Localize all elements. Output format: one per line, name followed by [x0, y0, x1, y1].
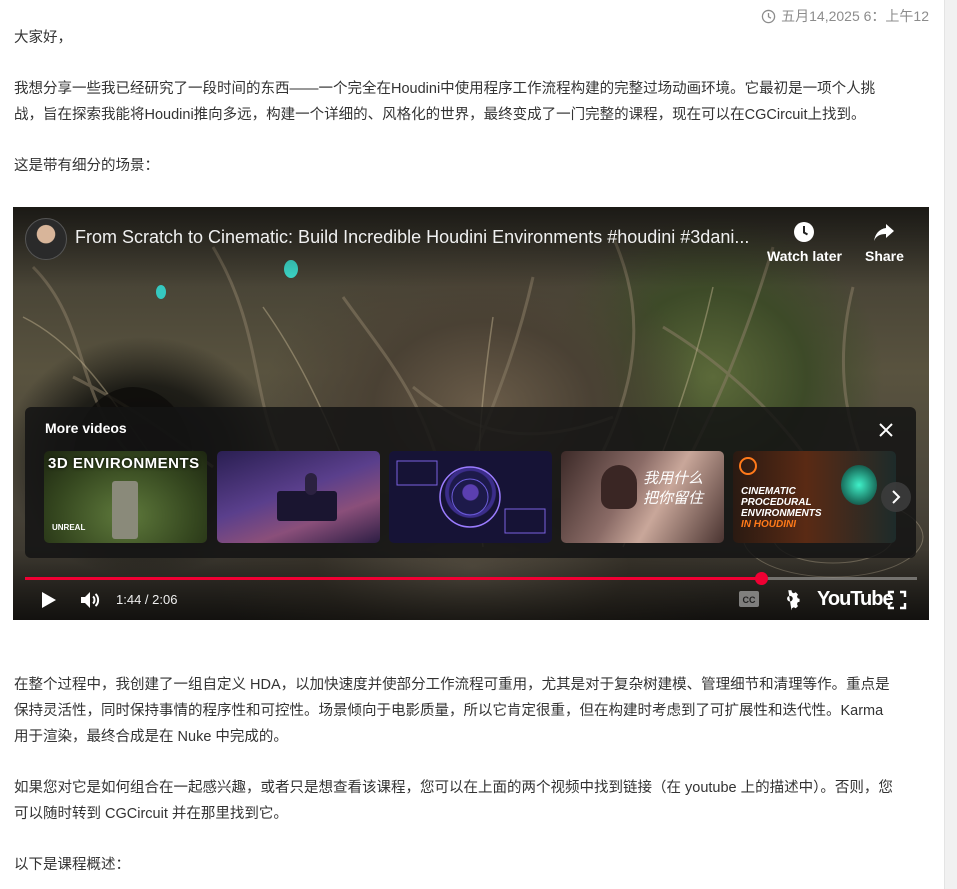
thumb3-hud-graphic: [396, 460, 546, 534]
houdini-logo-icon: [739, 457, 757, 475]
captions-icon[interactable]: CC: [738, 590, 760, 608]
thumb5-orb: [841, 465, 877, 505]
thumb1-statue: [112, 481, 138, 539]
thumb2-figure: [305, 473, 317, 495]
clock-icon: [761, 9, 776, 23]
progress-fill: [25, 577, 761, 580]
thumb5-line-3: ENVIRONMENTS: [741, 508, 822, 519]
suggested-video-2[interactable]: [217, 451, 380, 543]
share-label: Share: [865, 248, 904, 264]
progress-scrubber[interactable]: [754, 572, 768, 585]
overview-text: 以下是课程概述：: [14, 857, 130, 873]
thumb4-title: 我用什么把你留住: [643, 470, 704, 507]
thumb5-line-2: PROCEDURAL: [741, 497, 812, 508]
workflow-line-3: 用于渲染，最终合成是在 Nuke 中完成的。: [14, 729, 288, 745]
chevron-right-icon: [892, 490, 901, 504]
suggested-video-3[interactable]: [389, 451, 552, 543]
channel-avatar[interactable]: [25, 218, 67, 260]
thumb5-title: CINEMATIC PROCEDURAL ENVIRONMENTS IN HOU…: [741, 486, 822, 530]
thumb5-line-4: IN HOUDINI: [741, 519, 796, 530]
page-scrollbar[interactable]: [944, 0, 957, 889]
youtube-logo[interactable]: YouTube: [817, 588, 894, 611]
suggested-video-1[interactable]: 3D ENVIRONMENTS UNREAL: [44, 451, 207, 543]
links-paragraph: 如果您对它是如何组合在一起感兴趣，或者只是想查看该课程，您可以在上面的两个视频中…: [14, 775, 924, 827]
greeting-text: 大家好，: [14, 30, 72, 46]
intro-line-2: 战，旨在探索我能将Houdini推向多远，构建一个详细的、风格化的世界，最终变成…: [14, 107, 866, 123]
overview-heading: 以下是课程概述：: [14, 852, 924, 878]
intro-line-1: 我想分享一些我已经研究了一段时间的东西——一个完全在Houdini中使用程序工作…: [14, 81, 876, 97]
share-button[interactable]: Share: [865, 220, 904, 264]
close-icon[interactable]: [876, 420, 896, 440]
scene-intro-text: 这是带有细分的场景：: [14, 158, 159, 174]
more-videos-title: More videos: [45, 420, 127, 436]
scene-intro: 这是带有细分的场景：: [14, 153, 924, 179]
watch-later-label: Watch later: [767, 248, 842, 264]
more-videos-panel: More videos 3D ENVIRONMENTS UNREAL 我用什么把…: [25, 407, 916, 558]
suggested-video-5[interactable]: CINEMATIC PROCEDURAL ENVIRONMENTS IN HOU…: [733, 451, 896, 543]
workflow-line-2: 保持灵活性，同时保持事情的程序性和可控性。场景倾向于电影质量，所以它肯定很重，但…: [14, 703, 884, 719]
links-line-2: 可以随时转到 CGCircuit 并在那里找到它。: [14, 806, 288, 822]
timestamp-text: 五月14,2025 6：上午12: [781, 8, 929, 24]
links-line-1: 如果您对它是如何组合在一起感兴趣，或者只是想查看该课程，您可以在上面的两个视频中…: [14, 780, 893, 796]
workflow-paragraph: 在整个过程中，我创建了一组自定义 HDA，以加快速度并使部分工作流程可重用，尤其…: [14, 672, 924, 750]
thumb1-brand: UNREAL: [52, 523, 86, 532]
post-body-top: 大家好，: [14, 25, 924, 51]
thumb5-line-1: CINEMATIC: [741, 486, 796, 497]
play-icon[interactable]: [38, 590, 58, 610]
thumb4-figure: [601, 465, 637, 509]
thumb1-title: 3D ENVIRONMENTS: [48, 455, 200, 472]
workflow-line-1: 在整个过程中，我创建了一组自定义 HDA，以加快速度并使部分工作流程可重用，尤其…: [14, 677, 890, 693]
intro-paragraph: 我想分享一些我已经研究了一段时间的东西——一个完全在Houdini中使用程序工作…: [14, 76, 924, 128]
settings-gear-icon[interactable]: [779, 589, 801, 611]
fullscreen-icon[interactable]: [887, 590, 907, 610]
youtube-embed[interactable]: From Scratch to Cinematic: Build Incredi…: [13, 207, 929, 620]
suggested-video-4[interactable]: 我用什么把你留住: [561, 451, 724, 543]
next-videos-button[interactable]: [881, 482, 911, 512]
video-title[interactable]: From Scratch to Cinematic: Build Incredi…: [75, 227, 755, 248]
watch-later-button[interactable]: Watch later: [767, 220, 842, 264]
post-timestamp: 五月14,2025 6：上午12: [761, 6, 929, 26]
share-icon: [874, 224, 895, 241]
volume-icon[interactable]: [78, 588, 102, 612]
progress-bar[interactable]: [25, 572, 917, 585]
thumb2-desk: [277, 491, 337, 521]
svg-text:CC: CC: [743, 595, 756, 605]
clock-icon: [794, 222, 815, 242]
time-readout: 1:44 / 2:06: [116, 592, 178, 607]
